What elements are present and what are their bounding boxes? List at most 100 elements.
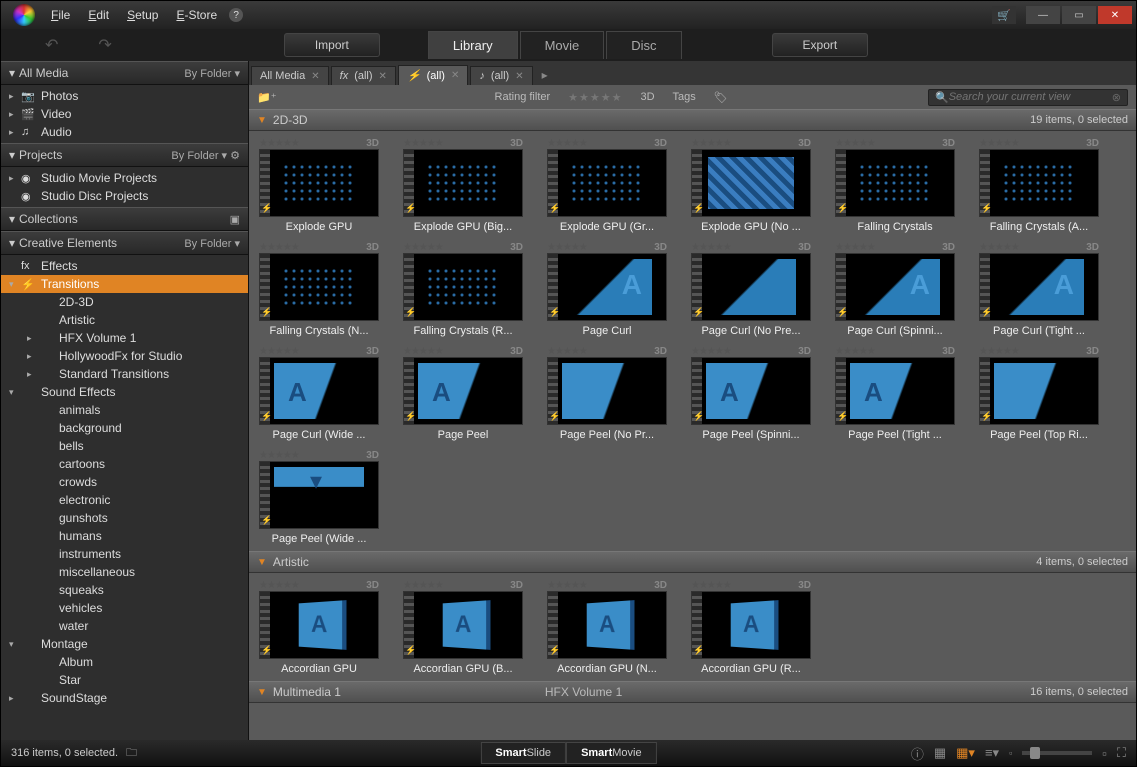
search-input[interactable]: [949, 91, 1112, 103]
close-button[interactable]: ✕: [1098, 6, 1132, 24]
tile[interactable]: ★★★★★3D⚡Page Curl (Tight ...: [979, 241, 1099, 337]
rating-stars[interactable]: ★★★★★: [568, 91, 622, 104]
tile[interactable]: ★★★★★3D⚡Page Curl: [547, 241, 667, 337]
close-tab-icon[interactable]: ✕: [311, 71, 319, 82]
help-icon[interactable]: ?: [229, 8, 243, 22]
tree-background[interactable]: background: [1, 419, 248, 437]
tree-album[interactable]: Album: [1, 653, 248, 671]
tree-montage[interactable]: ▾Montage: [1, 635, 248, 653]
tree-audio[interactable]: ▸♫Audio: [1, 123, 248, 141]
maximize-button[interactable]: ▭: [1062, 6, 1096, 24]
grid-view-icon[interactable]: ▦▾: [956, 745, 975, 761]
tile[interactable]: ★★★★★3D⚡Falling Crystals (R...: [403, 241, 523, 337]
tree-crowds[interactable]: crowds: [1, 473, 248, 491]
tile[interactable]: ★★★★★3D⚡AAccordian GPU (R...: [691, 579, 811, 675]
tile[interactable]: ★★★★★3D⚡Explode GPU (Big...: [403, 137, 523, 233]
section-all-media[interactable]: ▾All MediaBy Folder ▾: [1, 61, 248, 85]
tree-studio-disc-projects[interactable]: ◉Studio Disc Projects: [1, 187, 248, 205]
tree-artistic[interactable]: Artistic: [1, 311, 248, 329]
menu-file[interactable]: File: [43, 6, 78, 24]
zoom-slider[interactable]: [1022, 751, 1092, 755]
tree-star[interactable]: Star: [1, 671, 248, 689]
tree-photos[interactable]: ▸📷Photos: [1, 87, 248, 105]
tile[interactable]: ★★★★★3D⚡Explode GPU: [259, 137, 379, 233]
section-collections[interactable]: ▾Collections▣: [1, 207, 248, 231]
tree-bells[interactable]: bells: [1, 437, 248, 455]
tree-squeaks[interactable]: squeaks: [1, 581, 248, 599]
tile[interactable]: ★★★★★3D⚡Page Peel (Wide ...: [259, 449, 379, 545]
tile[interactable]: ★★★★★3D⚡Page Curl (Spinni...: [835, 241, 955, 337]
zoom-in-icon[interactable]: ▫: [1102, 746, 1107, 761]
tile[interactable]: ★★★★★3D⚡Page Peel (Spinni...: [691, 345, 811, 441]
tree-effects[interactable]: fxEffects: [1, 257, 248, 275]
tree-vehicles[interactable]: vehicles: [1, 599, 248, 617]
tree-animals[interactable]: animals: [1, 401, 248, 419]
stack-icon[interactable]: ▦: [934, 745, 946, 761]
tile[interactable]: ★★★★★3D⚡Page Peel (Top Ri...: [979, 345, 1099, 441]
tree-water[interactable]: water: [1, 617, 248, 635]
tree-gunshots[interactable]: gunshots: [1, 509, 248, 527]
filter-tab[interactable]: All Media ✕: [251, 66, 329, 85]
import-button[interactable]: Import: [284, 33, 380, 57]
storyboard-icon[interactable]: 🗀: [126, 744, 137, 763]
tile[interactable]: ★★★★★3D⚡AAccordian GPU (B...: [403, 579, 523, 675]
tab-movie[interactable]: Movie: [520, 31, 605, 59]
export-button[interactable]: Export: [772, 33, 869, 57]
3d-filter[interactable]: 3D: [640, 91, 654, 103]
section-projects[interactable]: ▾ProjectsBy Folder ▾ ⚙: [1, 143, 248, 167]
tile[interactable]: ★★★★★3D⚡Page Peel (Tight ...: [835, 345, 955, 441]
smartslide-button[interactable]: SmartSlide: [480, 742, 566, 764]
section-creative[interactable]: ▾Creative ElementsBy Folder ▾: [1, 231, 248, 255]
filter-tab[interactable]: ⚡ (all) ✕: [398, 65, 468, 85]
search-box[interactable]: 🔍⊗: [928, 89, 1128, 106]
tile[interactable]: ★★★★★3D⚡AAccordian GPU: [259, 579, 379, 675]
tag-icon[interactable]: 🏷: [714, 91, 728, 104]
list-view-icon[interactable]: ≡▾: [985, 745, 999, 761]
tree-electronic[interactable]: electronic: [1, 491, 248, 509]
cart-icon[interactable]: 🛒: [992, 6, 1016, 24]
fullscreen-icon[interactable]: ⛶: [1117, 745, 1126, 761]
tree-2d-3d[interactable]: 2D-3D: [1, 293, 248, 311]
tile[interactable]: ★★★★★3D⚡AAccordian GPU (N...: [547, 579, 667, 675]
tree-hfx-volume-1[interactable]: ▸HFX Volume 1: [1, 329, 248, 347]
tree-cartoons[interactable]: cartoons: [1, 455, 248, 473]
tree-video[interactable]: ▸🎬Video: [1, 105, 248, 123]
tile[interactable]: ★★★★★3D⚡Page Peel: [403, 345, 523, 441]
close-tab-icon[interactable]: ✕: [515, 71, 523, 82]
tree-transitions[interactable]: ▾⚡Transitions: [1, 275, 248, 293]
tree-miscellaneous[interactable]: miscellaneous: [1, 563, 248, 581]
tree-standard-transitions[interactable]: ▸Standard Transitions: [1, 365, 248, 383]
tile[interactable]: ★★★★★3D⚡Explode GPU (Gr...: [547, 137, 667, 233]
filter-tab[interactable]: fx (all) ✕: [331, 66, 396, 85]
tile[interactable]: ★★★★★3D⚡Explode GPU (No ...: [691, 137, 811, 233]
tab-disc[interactable]: Disc: [606, 31, 681, 59]
group-header-2d-3d[interactable]: ▼2D-3D19 items, 0 selected: [249, 109, 1136, 131]
undo-icon[interactable]: ↶: [45, 35, 58, 55]
folder-icon[interactable]: 📁⁺: [257, 91, 277, 104]
tree-sound-effects[interactable]: ▾Sound Effects: [1, 383, 248, 401]
group-header-artistic[interactable]: ▼Artistic4 items, 0 selected: [249, 551, 1136, 573]
smartmovie-button[interactable]: SmartMovie: [566, 742, 657, 764]
info-icon[interactable]: ⓘ: [911, 744, 924, 763]
tree-soundstage[interactable]: ▸SoundStage: [1, 689, 248, 707]
tile[interactable]: ★★★★★3D⚡Falling Crystals (A...: [979, 137, 1099, 233]
tree-instruments[interactable]: instruments: [1, 545, 248, 563]
tab-library[interactable]: Library: [428, 31, 518, 59]
tree-studio-movie-projects[interactable]: ▸◉Studio Movie Projects: [1, 169, 248, 187]
menu-edit[interactable]: Edit: [80, 6, 117, 24]
minimize-button[interactable]: —: [1026, 6, 1060, 24]
menu-setup[interactable]: Setup: [119, 6, 166, 24]
menu-e-store[interactable]: E-Store: [168, 6, 225, 24]
close-tab-icon[interactable]: ✕: [379, 71, 387, 82]
tile[interactable]: ★★★★★3D⚡Page Curl (No Pre...: [691, 241, 811, 337]
group-header-multimedia 1[interactable]: ▼Multimedia 1HFX Volume 116 items, 0 sel…: [249, 681, 1136, 703]
zoom-out-icon[interactable]: ▫: [1009, 748, 1012, 758]
add-tab-button[interactable]: ▸: [535, 65, 555, 85]
close-tab-icon[interactable]: ✕: [451, 70, 459, 81]
tree-hollywoodfx-for-studio[interactable]: ▸HollywoodFx for Studio: [1, 347, 248, 365]
filter-tab[interactable]: ♪ (all) ✕: [470, 66, 532, 85]
tile[interactable]: ★★★★★3D⚡Falling Crystals: [835, 137, 955, 233]
tree-humans[interactable]: humans: [1, 527, 248, 545]
clear-search-icon[interactable]: ⊗: [1112, 91, 1121, 104]
tile[interactable]: ★★★★★3D⚡Falling Crystals (N...: [259, 241, 379, 337]
